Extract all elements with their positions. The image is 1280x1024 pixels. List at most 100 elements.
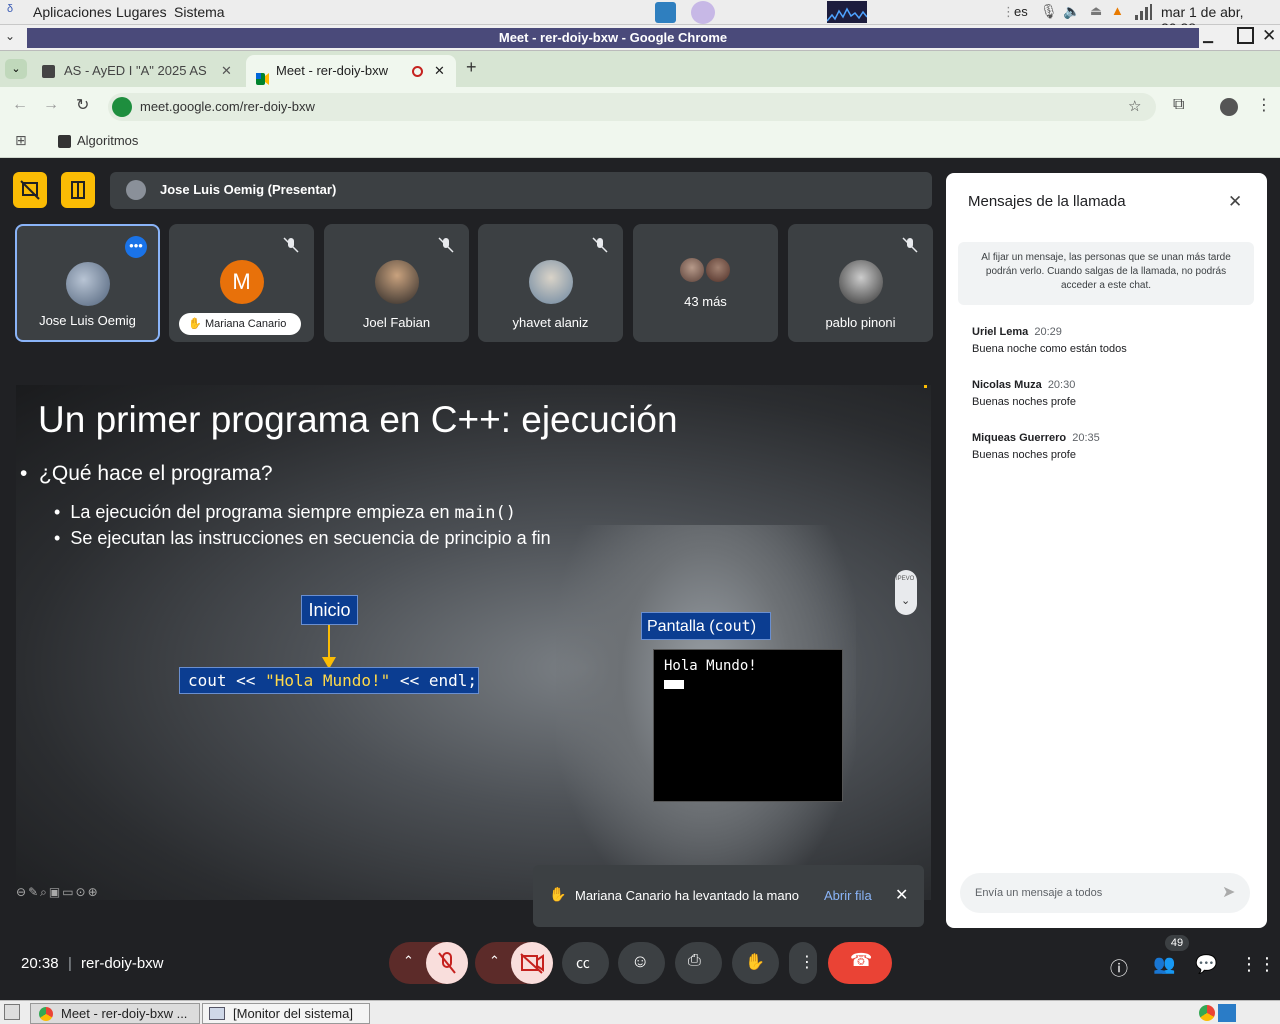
slide-code-main: main() [454,503,516,523]
avatar [528,260,573,304]
pantalla-code: cout [714,617,751,635]
layout-button[interactable] [61,172,95,208]
more-circle-icon[interactable]: ⊙ [76,885,88,899]
send-icon[interactable]: ➤ [1222,873,1235,913]
address-bar[interactable]: meet.google.com/rer-doiy-bxw ☆ [108,93,1156,121]
tray-chrome-icon[interactable] [1199,1005,1215,1021]
tab-meet[interactable]: Meet - rer-doiy-bxw ✕ [246,55,456,87]
avatar: M [219,260,264,304]
site-info-icon[interactable] [112,97,132,117]
pen-icon[interactable]: ✎ [28,885,40,899]
ipevo-widget[interactable]: IPEVO ⌄ [895,570,917,615]
apps-grid-icon[interactable]: ⊞ [15,132,27,149]
tab-search-icon[interactable]: ⌄ [5,59,27,79]
camera-toggle-button[interactable] [511,942,553,984]
menu-sistema[interactable]: Sistema [174,4,225,20]
chat-icon[interactable]: 💬 [1195,954,1217,975]
window-menu-icon[interactable]: ⌄ [5,29,15,43]
people-icon[interactable]: 👥 [1153,954,1175,975]
more-vert-icon: ⋮ [799,954,815,971]
meet-favicon-icon [256,65,269,85]
bullet-dot: • [54,528,71,548]
tray-vscode-icon[interactable] [1218,1004,1236,1022]
url-text: meet.google.com/rer-doiy-bxw [140,99,315,114]
language-indicator[interactable]: es [1014,4,1028,19]
participant-tile-joel[interactable]: Joel Fabian [324,224,469,342]
participant-tile-pablo[interactable]: pablo pinoni [788,224,933,342]
taskbar-item-meet[interactable]: Meet - rer-doiy-bxw ... [30,1003,200,1024]
participant-tile-jose[interactable]: ••• Jose Luis Oemig [15,224,160,342]
app-launcher-icon-2[interactable] [691,1,715,24]
chevron-up-icon[interactable]: ⌃ [489,953,500,969]
participant-name: Jose Luis Oemig [39,313,136,328]
bullet-dot: • [54,502,71,522]
captions-button[interactable]: ㏄ [562,942,609,984]
minimize-icon[interactable]: ▁ [1203,28,1213,44]
raise-hand-button[interactable]: ✋ [732,942,779,984]
profile-avatar[interactable] [1220,98,1238,116]
more-options-button[interactable]: ⋮ [789,942,817,984]
meeting-code: rer-doiy-bxw [81,955,164,972]
inicio-arrow [322,625,336,669]
extensions-icon[interactable]: ⧉ [1173,96,1184,114]
bookmark-algoritmos[interactable]: Algoritmos [77,133,138,148]
close-icon[interactable]: ✕ [895,885,908,905]
chat-message: Miqueas Guerrero 20:35 Buenas noches pro… [972,432,1100,461]
volume-icon[interactable]: 🔈 [1063,3,1080,20]
close-window-icon[interactable]: ✕ [1262,26,1276,46]
screen-output-text: Hola Mundo! [664,658,757,674]
chevron-up-icon[interactable]: ⌃ [403,953,414,969]
os-logo-icon[interactable]: ᵟ [7,3,13,21]
participant-tile-others[interactable]: 43 más [633,224,778,342]
menu-lugares[interactable]: Lugares [116,4,167,20]
taskbar-item-monitor[interactable]: [Monitor del sistema] [202,1003,370,1024]
chevron-down-icon[interactable]: ⌄ [901,594,910,607]
show-desktop-icon[interactable] [4,1004,20,1020]
browser-menu-icon[interactable]: ⋮ [1256,95,1272,115]
network-signal-icon[interactable] [1134,4,1152,20]
captions-icon[interactable]: ▣ [49,885,62,899]
open-queue-link[interactable]: Abrir fila [824,888,872,903]
info-icon[interactable]: ⓘ [1110,955,1128,981]
camera-icon[interactable]: ▭ [62,885,75,899]
leave-call-button[interactable]: ☎ [828,942,892,984]
system-monitor-graph[interactable] [826,1,868,23]
zoom-icon[interactable]: ⌕ [40,885,49,899]
menu-aplicaciones[interactable]: Aplicaciones [33,4,112,20]
more-options-icon[interactable]: ••• [125,236,147,258]
chat-time: 20:29 [1034,326,1062,338]
present-button[interactable]: ⎙ [675,942,722,984]
footer-divider: | [68,955,72,972]
participant-tile-yhavet[interactable]: yhavet alaniz [478,224,623,342]
back-circle-icon[interactable]: ⊖ [16,885,28,899]
chat-input[interactable]: Envía un mensaje a todos ➤ [960,873,1250,913]
tab-close-icon[interactable]: ✕ [221,55,232,87]
meeting-time: 20:38 [21,955,59,972]
chat-sender: Miqueas Guerrero [972,432,1067,444]
tab-close-icon[interactable]: ✕ [434,55,445,87]
microphone-icon[interactable]: 🎙 [1040,3,1058,20]
chat-panel: Mensajes de la llamada ✕ Al fijar un men… [946,173,1267,928]
reload-icon[interactable]: ↻ [76,95,89,115]
slide-sub-bullet-1: • La ejecución del programa siempre empi… [54,502,516,523]
stop-presenting-button[interactable] [13,172,47,208]
back-icon[interactable]: ← [12,96,28,114]
mic-toggle-button[interactable] [426,942,468,984]
app-launcher-icon[interactable] [655,2,676,23]
chat-text: Buena noche como están todos [972,343,1127,355]
next-circle-icon[interactable]: ⊕ [88,885,100,899]
close-chat-icon[interactable]: ✕ [1228,192,1242,212]
participant-name: yhavet alaniz [512,315,589,330]
forward-icon[interactable]: → [43,96,59,114]
reactions-button[interactable]: ☺ [618,942,665,984]
slide-tools[interactable]: ⊖✎⌕▣▭⊙⊕ [16,885,100,900]
eject-icon[interactable]: ⏏ [1090,3,1102,19]
tab-ayed[interactable]: AS - AyED I "A" 2025 AS ✕ [34,55,242,87]
bookmark-star-icon[interactable]: ☆ [1128,93,1141,121]
activities-icon[interactable]: ⋮⋮ [1240,954,1276,975]
update-warning-icon[interactable]: ▲ [1111,3,1124,18]
new-tab-icon[interactable]: + [466,57,477,78]
taskbar-item-label: Meet - rer-doiy-bxw ... [61,1006,188,1021]
participant-tile-mariana[interactable]: M ✋ Mariana Canario [169,224,314,342]
maximize-icon[interactable] [1237,27,1254,44]
